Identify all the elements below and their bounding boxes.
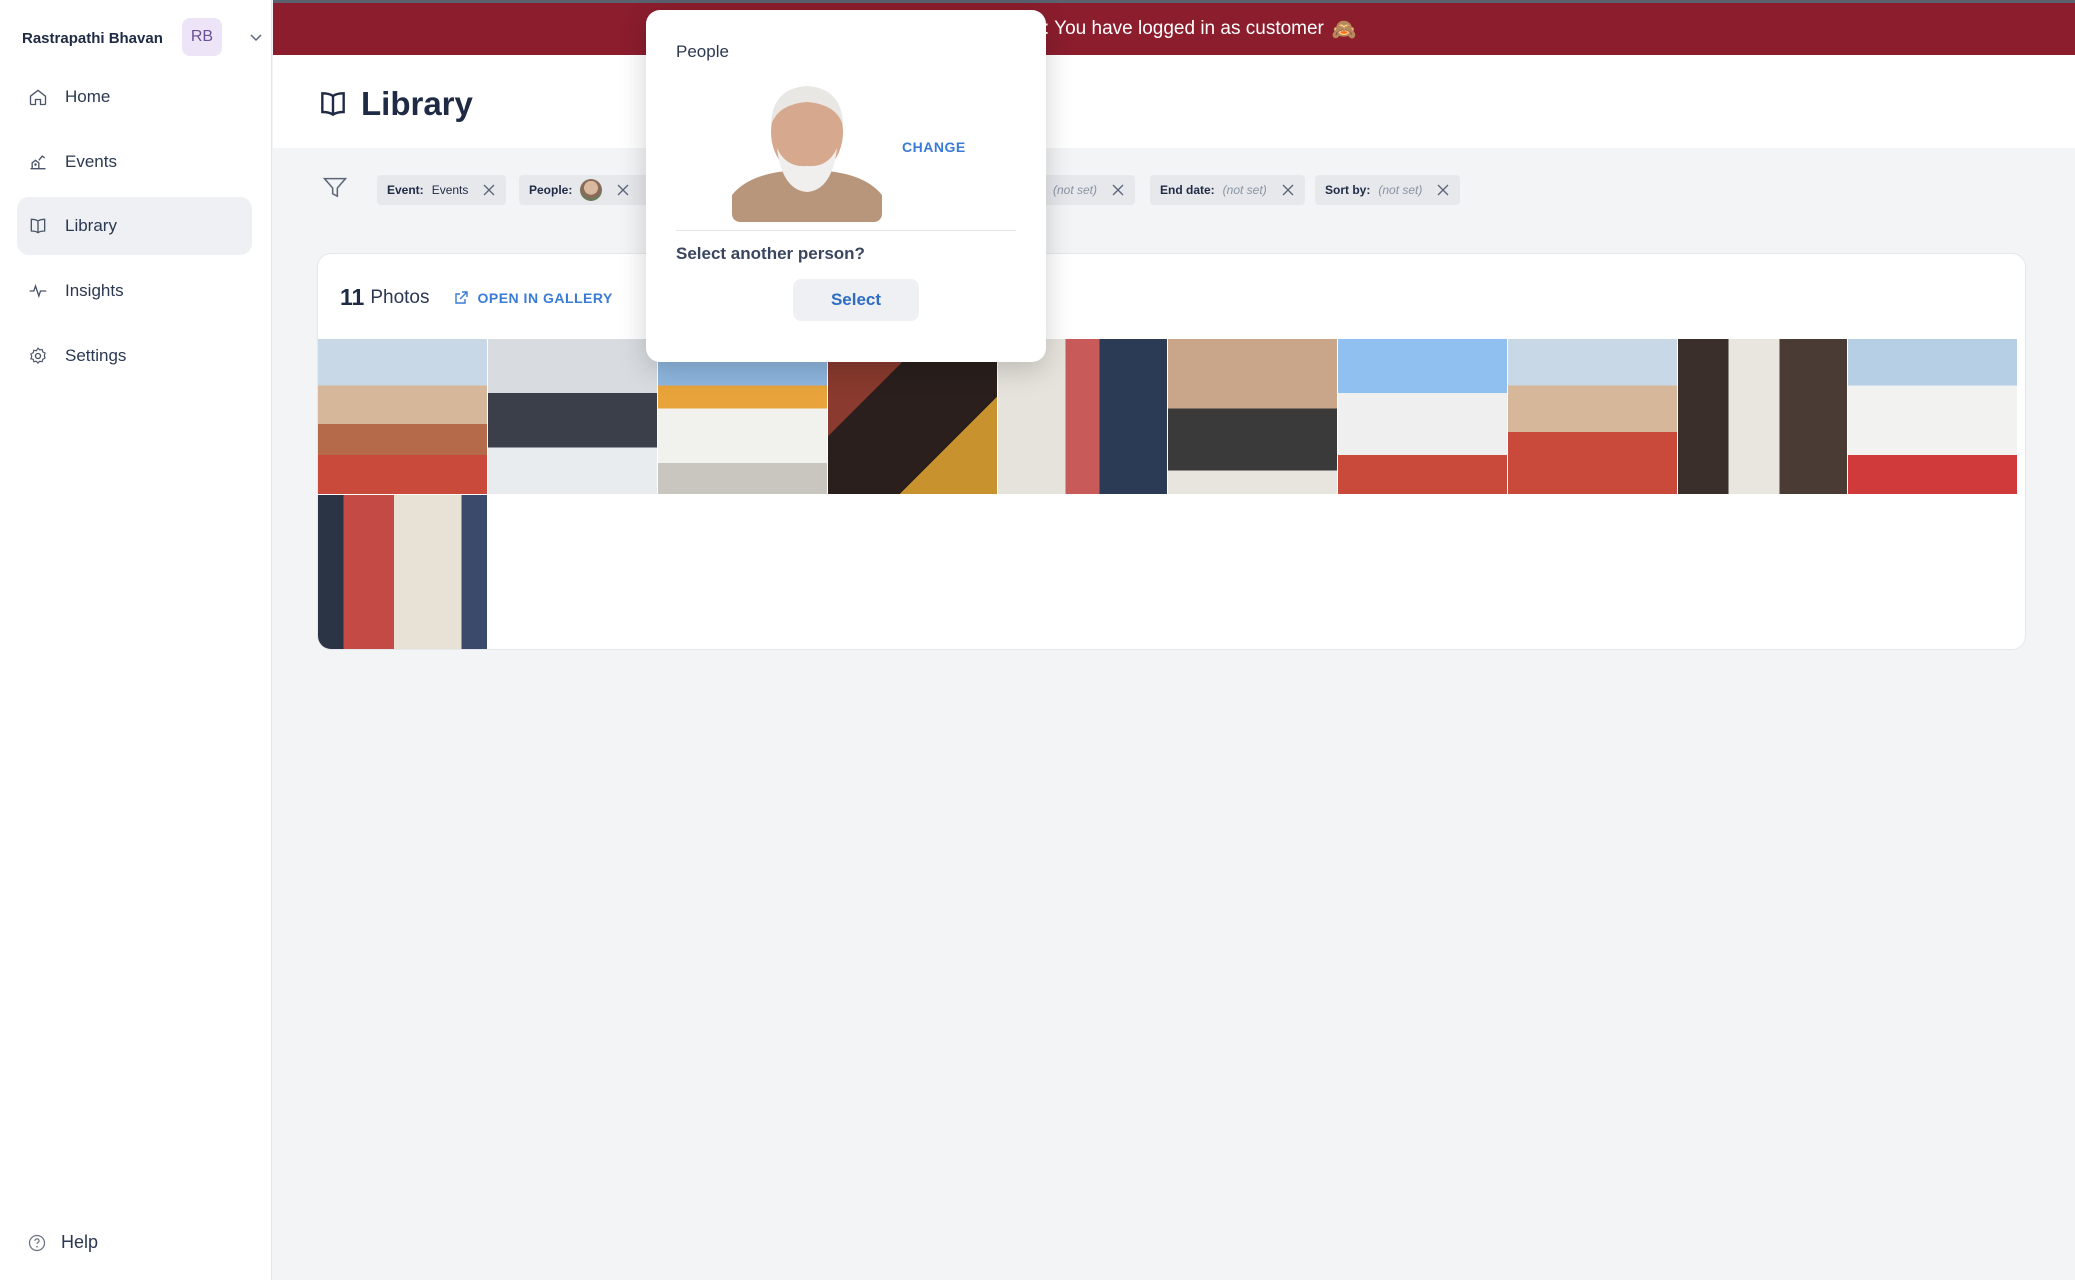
- help-label: Help: [61, 1232, 99, 1252]
- photo-count: 11: [340, 284, 365, 310]
- app-root: Rastrapathi Bhavan RB Home Events Librar…: [0, 0, 2075, 1280]
- sidebar-item-insights[interactable]: Insights: [17, 262, 252, 320]
- chip-key: Sort by:: [1325, 183, 1371, 197]
- chip-value: (not set): [1378, 183, 1423, 197]
- sidebar-item-settings[interactable]: Settings: [17, 327, 252, 385]
- library-photo[interactable]: [1678, 339, 1847, 494]
- page-title: Library: [361, 85, 473, 122]
- close-icon[interactable]: [1436, 183, 1450, 197]
- close-icon[interactable]: [1111, 183, 1125, 197]
- events-icon: [27, 151, 49, 173]
- customer-banner: NOTE: You have logged in as customer 🙈: [273, 0, 2075, 55]
- help-icon: [28, 1234, 46, 1251]
- close-icon[interactable]: [1281, 183, 1295, 197]
- chip-value: (not set): [1222, 183, 1267, 197]
- filter-chip-people[interactable]: People:: [519, 175, 649, 205]
- people-popover: People CHANGE Select another person? Sel…: [646, 10, 1046, 362]
- book-icon: [321, 92, 345, 117]
- sidebar-item-label: Events: [65, 152, 117, 171]
- change-person-link[interactable]: CHANGE: [902, 139, 966, 155]
- library-photo[interactable]: [1338, 339, 1507, 494]
- chip-value: (not set): [1053, 183, 1098, 197]
- sidebar-item-label: Insights: [65, 281, 124, 300]
- filter-bar: Event: Events People: (not set) End date…: [273, 160, 2075, 220]
- chip-key: End date:: [1160, 183, 1215, 197]
- library-photo[interactable]: [318, 339, 487, 494]
- sidebar: Rastrapathi Bhavan RB Home Events Librar…: [0, 0, 272, 1280]
- book-icon: [27, 215, 49, 237]
- chip-key: Event:: [387, 183, 424, 197]
- photo-count-label: Photos: [370, 286, 430, 308]
- popover-title: People: [676, 42, 729, 61]
- select-person-button[interactable]: Select: [793, 279, 919, 321]
- monkey-emoji-icon: 🙈: [1331, 18, 1357, 41]
- home-icon: [27, 86, 49, 108]
- library-photo[interactable]: [1168, 339, 1337, 494]
- sidebar-item-label: Settings: [65, 346, 127, 365]
- person-avatar: [580, 179, 603, 201]
- close-icon[interactable]: [482, 183, 496, 197]
- library-photo[interactable]: [488, 339, 657, 494]
- sidebar-item-library[interactable]: Library: [17, 197, 252, 255]
- gallery-link-label: OPEN IN GALLERY: [477, 289, 613, 306]
- library-photo[interactable]: [828, 339, 997, 494]
- org-name: Rastrapathi Bhavan: [22, 29, 163, 47]
- close-icon[interactable]: [616, 183, 630, 197]
- library-photo[interactable]: [1508, 339, 1677, 494]
- activity-icon: [27, 280, 49, 302]
- page-header: Library: [273, 55, 2075, 148]
- help-link[interactable]: Help: [27, 1232, 98, 1253]
- avatar[interactable]: RB: [182, 18, 222, 56]
- chip-value: Events: [431, 183, 469, 197]
- popover-question: Select another person?: [676, 244, 865, 263]
- external-link-icon: [455, 290, 469, 304]
- photos-card: 11 Photos OPEN IN GALLERY: [317, 253, 2026, 650]
- gear-icon: [27, 345, 49, 367]
- selected-person-photo: [732, 70, 882, 222]
- open-in-gallery-link[interactable]: OPEN IN GALLERY: [453, 290, 612, 306]
- filter-chip-sort[interactable]: Sort by: (not set): [1315, 175, 1461, 205]
- library-photo[interactable]: [318, 495, 487, 649]
- chevron-down-icon[interactable]: [248, 29, 264, 45]
- sidebar-item-events[interactable]: Events: [17, 133, 252, 191]
- org-switcher[interactable]: Rastrapathi Bhavan RB: [22, 18, 262, 58]
- library-photo[interactable]: [998, 339, 1167, 494]
- filter-chip-start-date[interactable]: (not set): [1039, 175, 1136, 205]
- chip-key: People:: [529, 183, 573, 197]
- filter-chip-end-date[interactable]: End date: (not set): [1150, 175, 1305, 205]
- sidebar-item-label: Library: [65, 216, 117, 235]
- library-photo[interactable]: [658, 339, 827, 494]
- sidebar-item-label: Home: [65, 87, 111, 106]
- sidebar-item-home[interactable]: Home: [17, 68, 252, 126]
- divider: [676, 230, 1016, 231]
- library-photo[interactable]: [1848, 339, 2017, 494]
- filter-chip-event[interactable]: Event: Events: [377, 175, 507, 205]
- filter-icon[interactable]: [321, 174, 349, 202]
